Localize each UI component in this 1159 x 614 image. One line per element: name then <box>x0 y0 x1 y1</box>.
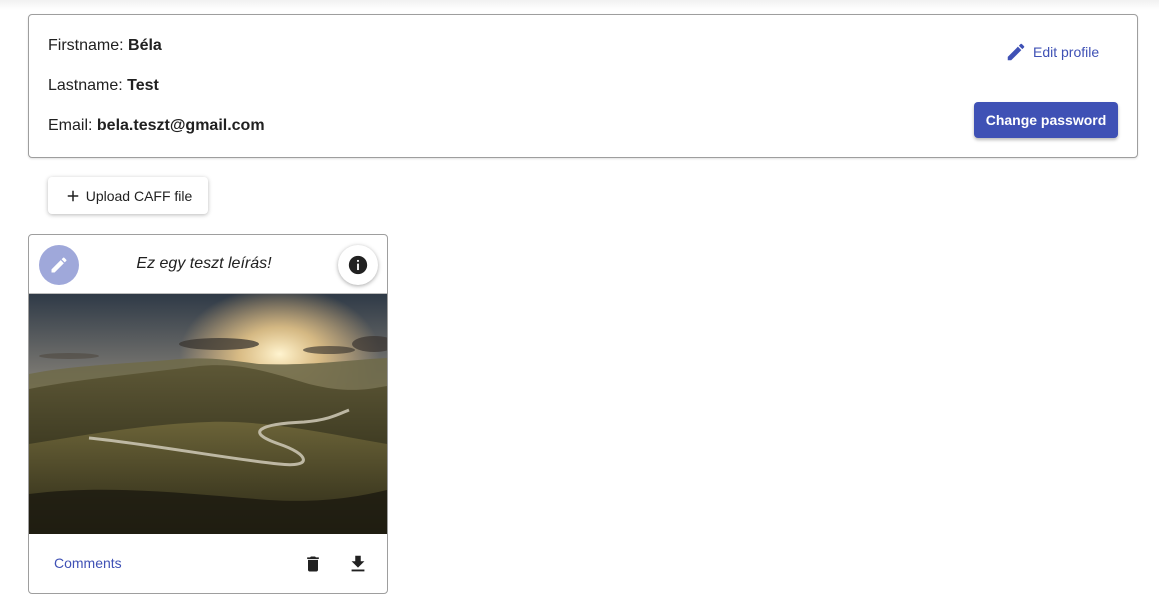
email-value: bela.teszt@gmail.com <box>96 117 265 134</box>
caff-edit-button[interactable] <box>39 245 79 285</box>
caff-preview-image[interactable] <box>29 293 387 534</box>
edit-profile-button[interactable]: Edit profile <box>1005 39 1099 65</box>
email-label: Email: <box>48 117 93 134</box>
plus-icon <box>67 190 78 201</box>
trash-icon[interactable] <box>303 553 323 575</box>
info-icon <box>348 255 368 275</box>
landscape-image <box>29 294 387 534</box>
email-row: Email: bela.teszt@gmail.com <box>48 117 265 135</box>
firstname-label: Firstname: <box>48 37 124 54</box>
edit-profile-label: Edit profile <box>1033 44 1100 60</box>
pencil-icon <box>51 257 67 273</box>
lastname-label: Lastname: <box>48 77 123 94</box>
caff-description: Ez egy teszt leírás! <box>136 255 272 272</box>
caff-card: Ez egy teszt leírás! Comments <box>28 234 388 594</box>
lastname-value: Test <box>127 77 159 94</box>
comments-link[interactable]: Comments <box>54 555 122 571</box>
download-icon[interactable] <box>347 553 369 575</box>
firstname-row: Firstname: Béla <box>48 37 162 55</box>
pencil-icon <box>1007 43 1025 61</box>
upload-caff-label: Upload CAFF file <box>85 187 193 204</box>
top-shade <box>0 0 1159 10</box>
upload-caff-button[interactable]: Upload CAFF file <box>48 177 208 214</box>
caff-info-button[interactable] <box>338 245 378 285</box>
lastname-row: Lastname: Test <box>48 77 159 95</box>
profile-card: Firstname: Béla Lastname: Test Email: be… <box>28 14 1138 158</box>
firstname-value: Béla <box>128 37 162 54</box>
change-password-button[interactable]: Change password <box>974 102 1118 138</box>
